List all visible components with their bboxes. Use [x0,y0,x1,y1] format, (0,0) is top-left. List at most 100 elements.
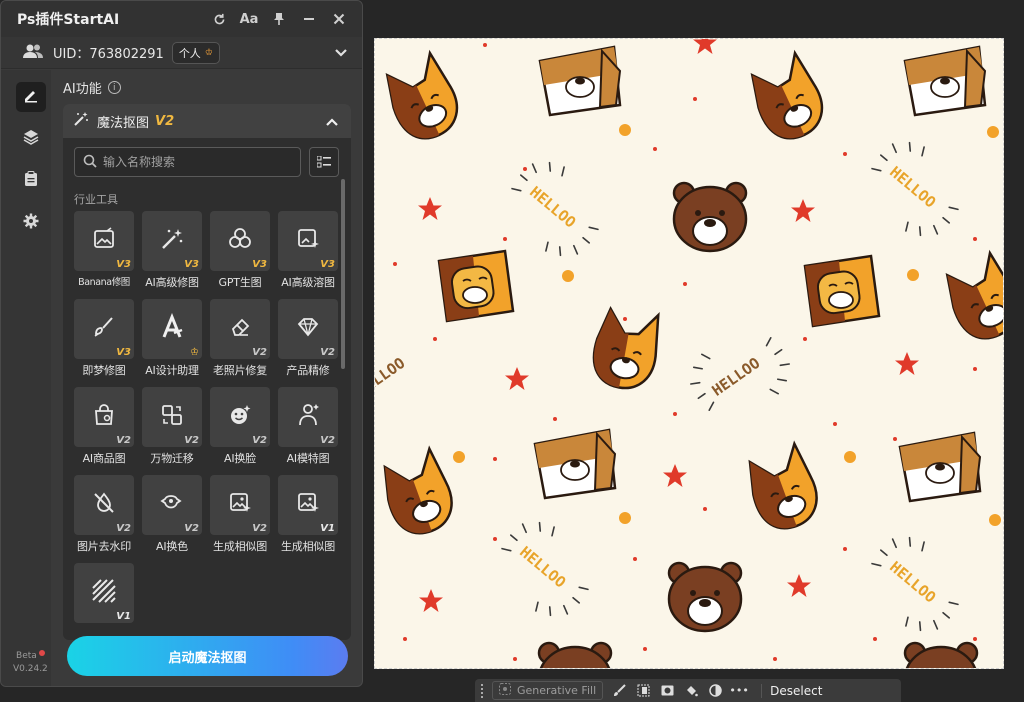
group-label: 行业工具 [74,193,118,206]
chevron-up-icon[interactable] [325,112,339,131]
tool-item[interactable]: ♔ AI设计助理 [142,299,202,387]
gear-icon [23,213,39,233]
pin-icon[interactable] [264,5,294,33]
account-badge-label: 个人 [178,46,201,60]
tool-tile[interactable]: V1 [74,563,134,623]
magic-wand-icon [73,111,89,131]
adjustment-icon[interactable] [707,683,723,699]
drag-handle[interactable] [481,683,484,698]
deselect-button[interactable]: Deselect [761,683,822,698]
section-title: AI功能 i [63,78,121,97]
section-title-label: AI功能 [63,82,102,97]
tool-item[interactable]: V2 AI换脸 [210,387,270,475]
beta-label: Beta [16,651,37,661]
svg-text:HELLOO: HELLOO [709,354,764,400]
tool-version-tag: V2 [184,435,199,446]
tool-item[interactable]: V3 AI高级修图 [142,211,202,299]
tool-tile[interactable]: V2 [74,387,134,447]
main-content: AI功能 i 魔法抠图 V2 输入名称搜索 行业工具 V3 Banana修图 V… [51,70,362,686]
tool-tile[interactable]: V3 [74,211,134,271]
tool-item[interactable]: V1 [74,563,134,640]
transfer-icon [160,403,184,431]
tool-tile[interactable]: V2 [74,475,134,535]
svg-text:HELLOO: HELLOO [526,183,579,232]
tool-label: 万物迁移 [150,452,194,465]
info-icon[interactable]: i [107,81,121,94]
tool-tile[interactable]: V2 [278,387,338,447]
refresh-icon[interactable] [204,5,234,33]
font-size-button[interactable]: Aa [234,5,264,33]
tool-item[interactable]: V3 AI高级溶图 [278,211,338,299]
tool-tile[interactable]: V3 [74,299,134,359]
tool-version-tag: V1 [116,611,131,622]
tool-tile[interactable]: V3 [278,211,338,271]
mask-icon[interactable] [659,683,675,699]
tool-item[interactable]: V3 Banana修图 [74,211,134,299]
search-box[interactable] [74,147,301,177]
brush-icon[interactable] [611,683,627,699]
tool-version-tag: V2 [116,523,131,534]
sparkle-icon [499,683,511,698]
tool-tile[interactable]: ♔ [142,299,202,359]
image-edit-icon [92,227,116,255]
tool-tile[interactable]: V2 [210,299,270,359]
card-header[interactable]: 魔法抠图 V2 [63,104,351,138]
tool-label: AI换脸 [224,452,256,465]
scrollbar[interactable] [341,179,345,369]
layers-icon [23,129,39,149]
start-button[interactable]: 启动魔法抠图 [67,636,348,676]
tool-item[interactable]: V2 AI商品图 [74,387,134,475]
fill-bucket-icon[interactable] [683,683,699,699]
tool-grid: V3 Banana修图 V3 AI高级修图 V3 GPT生图 V3 AI高级溶图 V3 即梦修图 ♔… [74,211,342,640]
tool-version-tag: V3 [116,347,131,358]
tool-tile[interactable]: V2 [278,299,338,359]
tool-tile[interactable]: V3 [210,211,270,271]
tool-item[interactable]: V2 图片去水印 [74,475,134,563]
tool-label: 产品精修 [286,364,330,377]
sidebar-item-clipboard[interactable] [16,166,46,196]
tool-label: Banana修图 [78,277,130,288]
version-label: V0.24.2 [13,664,48,674]
pen-icon [23,87,39,107]
sidebar-item-layers[interactable] [16,124,46,154]
eraser-icon [228,315,252,343]
card-version-tag: V2 [155,113,175,129]
tool-tile[interactable]: V3 [142,211,202,271]
tool-item[interactable]: V2 万物迁移 [142,387,202,475]
close-icon[interactable] [324,5,354,33]
more-options-icon[interactable]: ••• [729,683,748,699]
tool-tile[interactable]: V2 [142,387,202,447]
tool-tile[interactable]: V2 [142,475,202,535]
tool-item[interactable]: V2 AI模特图 [278,387,338,475]
tool-version-tag: V3 [116,259,131,270]
list-view-button[interactable] [309,147,339,177]
crown-icon: ♔ [204,47,213,58]
account-badge[interactable]: 个人 ♔ [171,41,220,64]
tool-label: AI设计助理 [145,364,199,377]
minimize-icon[interactable] [294,5,324,33]
tool-item[interactable]: V3 即梦修图 [74,299,134,387]
tool-version-tag: V3 [184,259,199,270]
document-canvas[interactable]: HELLOO HELLOO HELLOO HELLOO HELLOO HELLO… [374,38,1004,669]
sidebar-item-settings[interactable] [16,208,46,238]
chevron-down-icon[interactable] [334,43,348,62]
user-id: UID：763802291 [53,47,164,62]
tool-item[interactable]: V2 AI换色 [142,475,202,563]
tool-label: AI模特图 [286,452,330,465]
tool-tile[interactable]: V2 [210,475,270,535]
svg-text:HELLOO: HELLOO [375,354,408,400]
tool-item[interactable]: V3 GPT生图 [210,211,270,299]
tool-item[interactable]: V2 老照片修复 [210,299,270,387]
tool-item[interactable]: V1 生成相似图 [278,475,338,563]
tool-tile[interactable]: V1 [278,475,338,535]
generative-fill-button[interactable]: Generative Fill [492,681,604,700]
tool-label: 图片去水印 [77,540,131,553]
transform-icon[interactable] [635,683,651,699]
tool-item[interactable]: V2 产品精修 [278,299,338,387]
sidebar-item-ai-tools[interactable] [16,82,46,112]
diamond-icon [295,315,321,343]
no-watermark-icon [92,491,116,519]
search-input[interactable] [103,155,292,169]
tool-tile[interactable]: V2 [210,387,270,447]
tool-item[interactable]: V2 生成相似图 [210,475,270,563]
